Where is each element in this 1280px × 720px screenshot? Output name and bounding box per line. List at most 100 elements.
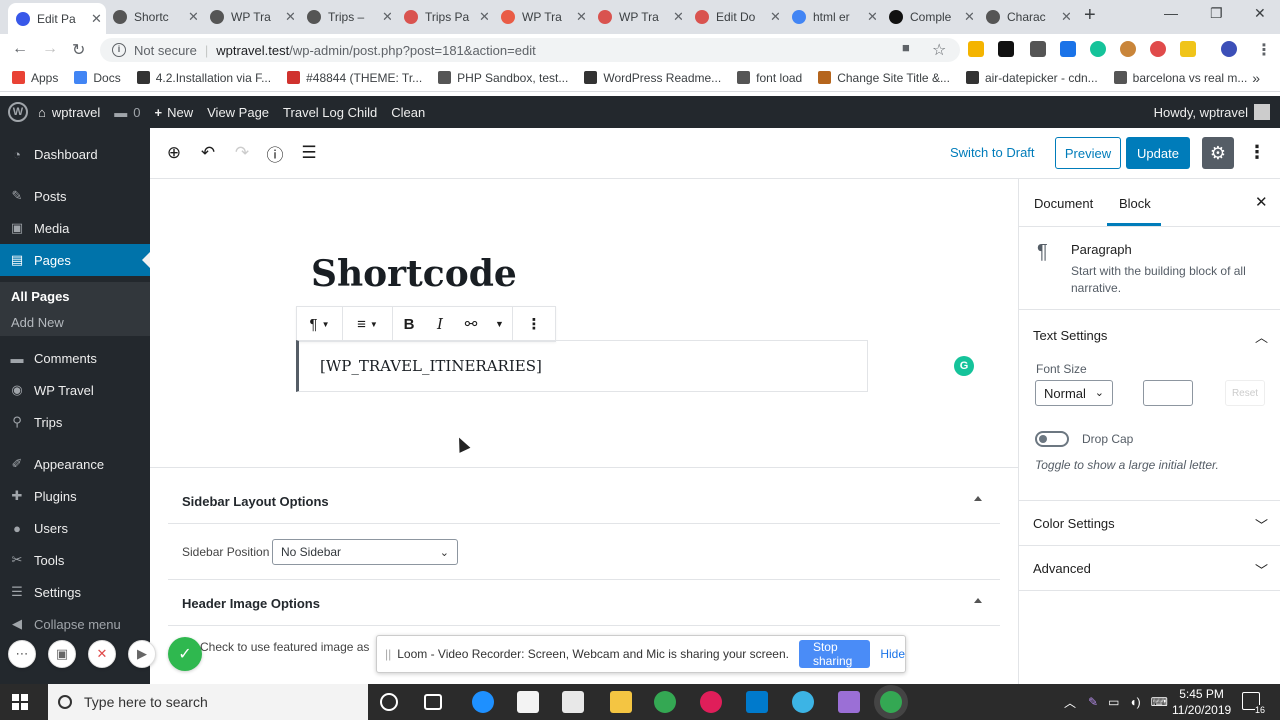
extension-rss-icon[interactable]: [968, 41, 984, 57]
finish-recording-icon[interactable]: ✓: [168, 637, 202, 671]
maximize-icon[interactable]: ❐: [1210, 5, 1223, 22]
admin-bar-account[interactable]: Howdy, wptravel: [1154, 96, 1270, 128]
sidebar-layout-options-heading[interactable]: Sidebar Layout Options: [182, 494, 329, 509]
taskbar-clock[interactable]: 5:45 PM 11/20/2019: [1172, 686, 1231, 718]
redo-icon[interactable]: ↷: [231, 142, 253, 164]
chrome-icon[interactable]: [654, 691, 676, 713]
collapse-arrow-icon[interactable]: [974, 496, 982, 501]
pen-icon[interactable]: ✎: [1088, 695, 1098, 709]
extension-f-icon[interactable]: [1060, 41, 1076, 57]
task-view-icon[interactable]: [424, 694, 442, 710]
sidebar-item-collapse-menu[interactable]: ◀ Collapse menu: [0, 608, 150, 640]
tab-close-icon[interactable]: ✕: [91, 11, 102, 27]
custom-font-size-input[interactable]: [1143, 380, 1193, 406]
bookmark-item[interactable]: 4.2.Installation via F...: [136, 71, 271, 85]
tab-close-icon[interactable]: ✕: [1061, 9, 1070, 25]
tab-close-icon[interactable]: ✕: [576, 9, 585, 25]
minimize-icon[interactable]: —: [1164, 5, 1178, 21]
switch-to-draft-button[interactable]: Switch to Draft: [950, 145, 1035, 160]
more-options-icon[interactable]: ⋮: [1248, 142, 1266, 163]
bookmark-item[interactable]: font load: [737, 71, 802, 85]
bookmark-item[interactable]: Docs: [74, 71, 121, 85]
browser-tab[interactable]: Edit Do ✕: [687, 3, 779, 31]
admin-bar-clean[interactable]: Clean: [391, 105, 425, 120]
info-icon[interactable]: ⓘ: [264, 142, 286, 165]
chevron-up-icon[interactable]: ︿: [1255, 327, 1268, 346]
more-bookmarks-icon[interactable]: »: [1252, 70, 1260, 86]
header-image-options-heading[interactable]: Header Image Options: [182, 596, 320, 611]
sidebar-item-tools[interactable]: ✂ Tools: [0, 544, 150, 576]
edge-icon[interactable]: [472, 691, 494, 713]
admin-bar-view-page[interactable]: View Page: [207, 105, 269, 120]
taskbar-search[interactable]: Type here to search: [48, 684, 368, 720]
sidebar-item-users[interactable]: ● Users: [0, 512, 150, 544]
info-icon[interactable]: i: [112, 43, 126, 57]
submenu-add-new[interactable]: Add New: [11, 315, 64, 330]
browser-tab[interactable]: WP Tra ✕: [590, 3, 682, 31]
post-title[interactable]: Shortcode: [311, 253, 517, 295]
drop-cap-toggle[interactable]: [1035, 431, 1069, 447]
feather-icon[interactable]: [838, 691, 860, 713]
bookmark-item[interactable]: barcelona vs real m...: [1113, 71, 1247, 85]
app-icon[interactable]: [792, 691, 814, 713]
text-settings-heading[interactable]: Text Settings: [1033, 328, 1107, 343]
volume-icon[interactable]: ◖): [1129, 695, 1140, 709]
font-size-select[interactable]: Normal ⌄: [1035, 380, 1113, 406]
bookmark-item[interactable]: air-datepicker - cdn...: [965, 71, 1098, 85]
color-settings-heading[interactable]: Color Settings: [1033, 516, 1115, 531]
sidebar-position-select[interactable]: No Sidebar ⌄: [272, 539, 458, 565]
admin-bar-site[interactable]: ⌂ wptravel: [38, 105, 100, 120]
bold-icon[interactable]: B: [393, 306, 425, 342]
bookmark-item[interactable]: #48844 (THEME: Tr...: [287, 71, 422, 85]
sidebar-item-pages[interactable]: ▤ Pages: [0, 244, 150, 276]
hide-button[interactable]: Hide: [880, 647, 905, 661]
submenu-all-pages[interactable]: All Pages: [11, 289, 70, 304]
grammarly-icon[interactable]: G: [954, 356, 974, 376]
browser-tab[interactable]: Edit Pa ✕: [8, 3, 106, 34]
tab-close-icon[interactable]: ✕: [188, 9, 197, 25]
camera-icon[interactable]: ■: [902, 40, 910, 55]
browser-tab[interactable]: Trips – ✕: [299, 3, 391, 31]
tab-close-icon[interactable]: ✕: [867, 9, 876, 25]
bookmark-item[interactable]: Apps: [12, 71, 58, 85]
browser-tab[interactable]: html er ✕: [784, 3, 876, 31]
tab-close-icon[interactable]: ✕: [285, 9, 294, 25]
sidebar-item-trips[interactable]: ⚲ Trips: [0, 406, 150, 438]
profile-avatar[interactable]: [1221, 41, 1237, 57]
more-icon[interactable]: ⋯: [8, 640, 36, 668]
slack-icon[interactable]: [700, 691, 722, 713]
tab-document[interactable]: Document: [1034, 196, 1093, 211]
block-more-options-icon[interactable]: ⋮: [513, 306, 555, 342]
tab-close-icon[interactable]: ✕: [770, 9, 779, 25]
wordpress-logo-icon[interactable]: W: [8, 102, 28, 122]
sidebar-item-appearance[interactable]: ✐ Appearance: [0, 448, 150, 480]
sidebar-item-settings[interactable]: ☰ Settings: [0, 576, 150, 608]
update-button[interactable]: Update: [1126, 137, 1190, 169]
file-explorer-icon[interactable]: [610, 691, 632, 713]
network-icon[interactable]: ▭: [1108, 695, 1119, 709]
extension-n-icon[interactable]: [998, 41, 1014, 57]
stop-sharing-button[interactable]: Stop sharing: [798, 640, 871, 668]
reload-icon[interactable]: ↻: [72, 40, 85, 60]
tab-close-icon[interactable]: ✕: [479, 9, 488, 25]
chrome-active-icon[interactable]: [880, 691, 902, 713]
extension-lens-icon[interactable]: [1150, 41, 1166, 57]
sidebar-item-posts[interactable]: ✎ Posts: [0, 180, 150, 212]
bookmark-star-icon[interactable]: ☆: [932, 40, 946, 60]
browser-tab[interactable]: Trips Pa ✕: [396, 3, 488, 31]
store-icon[interactable]: [517, 691, 539, 713]
more-rich-text-chevron-down-icon[interactable]: ▼: [487, 306, 513, 342]
chevron-up-icon[interactable]: ︿: [1064, 694, 1076, 711]
extension-lightning-icon[interactable]: [1180, 41, 1196, 57]
settings-gear-icon[interactable]: ⚙: [1202, 137, 1234, 169]
undo-icon[interactable]: ↶: [197, 142, 219, 164]
new-tab-icon[interactable]: +: [1084, 4, 1096, 27]
extension-image-icon[interactable]: [1030, 41, 1046, 57]
window-close-icon[interactable]: ✕: [1254, 5, 1266, 22]
windows-start-icon[interactable]: [12, 694, 28, 710]
extension-grammarly-icon[interactable]: [1090, 41, 1106, 57]
sidebar-item-wp-travel[interactable]: ◉ WP Travel: [0, 374, 150, 406]
drag-handle-icon[interactable]: ||: [385, 647, 391, 661]
bookmark-item[interactable]: WordPress Readme...: [584, 71, 721, 85]
reset-button[interactable]: Reset: [1225, 380, 1265, 406]
